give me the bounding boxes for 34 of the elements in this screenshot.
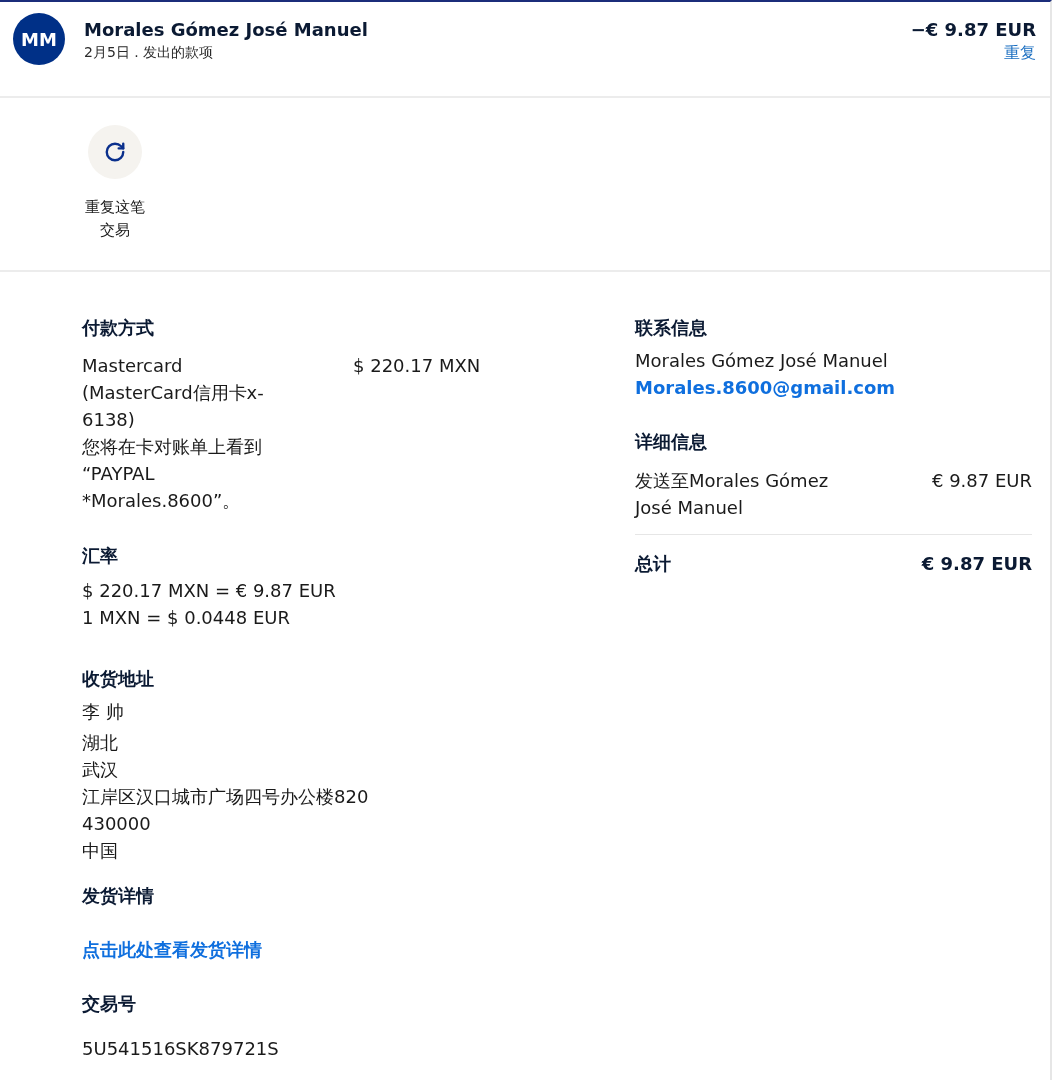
section-heading: 发货详情 [82, 884, 155, 908]
contact-name: Morales Gómez José Manuel [635, 349, 889, 373]
detail-amount: € 9.87 EUR [931, 469, 1032, 493]
total-amount: € 9.87 EUR [921, 552, 1032, 576]
repeat-link[interactable]: 重复 [1004, 42, 1036, 64]
section-heading: 付款方式 [82, 316, 155, 340]
card-detail: (MasterCard信用卡x-6138) [82, 381, 265, 432]
address-line: 中国 [82, 839, 119, 863]
detail-label: 发送至Morales Gómez José Manuel [635, 469, 830, 520]
transaction-id: 5U541516SK879721S [82, 1037, 280, 1061]
section-heading: 收货地址 [82, 667, 155, 691]
address-line: 湖北 [82, 731, 119, 755]
recipient-name: 李 帅 [82, 700, 125, 724]
card-name: Mastercard [82, 354, 184, 378]
payee-name: Morales Gómez José Manuel [84, 18, 369, 42]
exchange-rate-line: $ 220.17 MXN = € 9.87 EUR [82, 579, 337, 603]
address-line: 江岸区汉口城市广场四号办公楼820 [82, 785, 370, 809]
section-heading: 交易号 [82, 992, 137, 1016]
refresh-icon [104, 141, 126, 163]
avatar: MM [13, 13, 65, 65]
address-line: 430000 [82, 812, 152, 836]
total-label: 总计 [635, 552, 671, 576]
statement-note: 您将在卡对账单上看到 “PAYPAL *Morales.8600”。 [82, 435, 263, 513]
section-heading: 汇率 [82, 544, 119, 568]
section-heading: 详细信息 [635, 430, 708, 454]
exchange-rate-line: 1 MXN = $ 0.0448 EUR [82, 606, 291, 630]
transaction-amount: −€ 9.87 EUR [910, 18, 1036, 42]
email-link[interactable]: Morales.8600@gmail.com [635, 374, 896, 401]
section-heading: 联系信息 [635, 316, 708, 340]
address-line: 武汉 [82, 758, 119, 782]
repeat-button-label: 重复这笔交易 [84, 197, 146, 241]
shipping-details-link[interactable]: 点击此处查看发货详情 [82, 936, 262, 963]
transaction-date-type: 2月5日 . 发出的款项 [84, 43, 215, 62]
payment-amount: $ 220.17 MXN [353, 354, 482, 378]
